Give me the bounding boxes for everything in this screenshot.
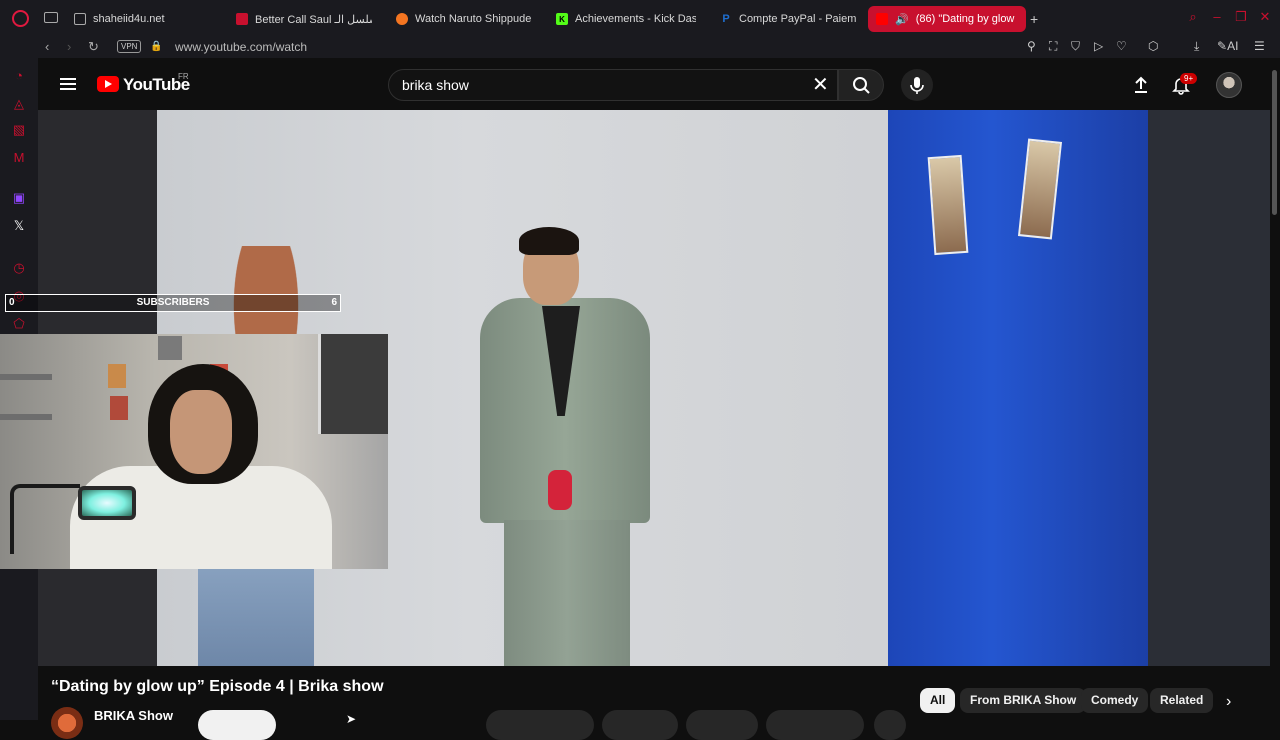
notification-count-badge: 9+ <box>1180 73 1198 84</box>
lock-icon[interactable]: 🔒 <box>150 39 162 55</box>
search-input[interactable] <box>388 69 838 101</box>
speed-dial-icon[interactable]: ◔ <box>11 68 27 84</box>
ai-label: AI <box>1227 39 1239 53</box>
gmail-icon[interactable]: M <box>11 150 27 166</box>
minimize-icon[interactable]: – <box>1210 10 1224 24</box>
subscriber-goal-overlay: 0 SUBSCRIBERS 6 <box>5 294 341 312</box>
webcam-poster <box>158 336 182 360</box>
webcam-poster <box>108 364 126 388</box>
aria-icon[interactable]: ◬ <box>11 96 27 112</box>
shield-icon[interactable]: ⛉ <box>1071 39 1080 54</box>
video-frame-right-edge <box>1148 110 1270 666</box>
webcam-poster <box>110 396 128 420</box>
tab-kick[interactable]: K Achievements - Kick Dash <box>548 6 704 32</box>
youtube-header: YouTube FR ✕ 9+ <box>38 58 1270 110</box>
crunchyroll-icon <box>396 13 408 25</box>
top-icon <box>236 13 248 25</box>
subscriber-goal-target: 6 <box>331 297 337 308</box>
tab-naruto[interactable]: Watch Naruto Shippuden - <box>388 6 540 32</box>
reload-icon[interactable]: ↻ <box>88 39 99 55</box>
guide-menu-icon[interactable] <box>60 78 76 90</box>
browser-tab-strip: shaheiid4u.net Better Call Saul مسلسل ال… <box>0 0 1280 36</box>
search-button[interactable] <box>838 69 884 101</box>
twitch-icon[interactable]: ▣ <box>11 190 27 206</box>
chip-related[interactable]: Related <box>1150 688 1214 713</box>
tab-paypal[interactable]: P Compte PayPal - Paiement <box>712 6 864 32</box>
channel-avatar[interactable] <box>51 707 83 739</box>
scrollbar-thumb[interactable] <box>1272 70 1277 215</box>
channel-name[interactable]: BRIKA Show <box>94 708 173 723</box>
back-icon[interactable]: ‹ <box>45 39 49 55</box>
chevron-right-icon[interactable]: › <box>1226 693 1231 711</box>
download-icon[interactable]: ⤓ <box>1194 39 1199 54</box>
webcam-shelf <box>0 414 52 420</box>
save-button[interactable] <box>686 710 758 740</box>
youtube-icon <box>876 13 888 25</box>
extensions-icon[interactable]: ⬡ <box>1148 39 1158 53</box>
play-icon[interactable]: ▷ <box>1094 39 1103 53</box>
snapshot-icon[interactable]: ⛶ <box>1049 39 1057 54</box>
subscriber-goal-label: SUBSCRIBERS <box>136 297 210 308</box>
youtube-logo-icon[interactable] <box>97 76 119 92</box>
vpn-badge[interactable]: VPN <box>117 40 142 53</box>
address-bar: ‹ › ↻ VPN 🔒 www.youtube.com/watch ⚲ ⛶ ⛉ … <box>0 36 1280 92</box>
x-icon[interactable]: 𝕏 <box>11 218 27 234</box>
video-title: “Dating by glow up” Episode 4 | Brika sh… <box>51 678 384 695</box>
webcam-person-face <box>170 390 232 474</box>
workspace-icon[interactable]: ▧ <box>11 122 27 138</box>
voice-search-button[interactable] <box>901 69 933 101</box>
chip-from-channel[interactable]: From BRIKA Show <box>960 688 1087 713</box>
cursor-icon: ➤ <box>346 712 357 726</box>
page-icon <box>74 13 86 25</box>
webcam-shelf <box>0 374 52 380</box>
paypal-icon: P <box>722 13 730 25</box>
tab-youtube-active[interactable]: 🔊 (86) "Dating by glow up <box>868 6 1026 32</box>
video-person-hair <box>519 227 579 255</box>
search-icon <box>853 77 870 94</box>
like-dislike-button[interactable] <box>486 710 594 740</box>
upload-icon[interactable] <box>1131 75 1151 95</box>
video-person-hands <box>548 470 572 510</box>
tab-shaheiid4u[interactable]: shaheiid4u.net <box>66 6 220 32</box>
webcam-window <box>318 334 388 434</box>
subscribe-button[interactable] <box>198 710 276 740</box>
webcam-overlay <box>0 334 388 569</box>
region-code: FR <box>178 72 189 81</box>
video-person-left-legs <box>198 555 314 666</box>
ai-icon[interactable]: ✎AI <box>1217 39 1238 53</box>
video-person-pants <box>504 520 630 666</box>
curtain-photo <box>927 154 969 256</box>
speaker-icon[interactable]: 🔊 <box>895 13 909 26</box>
chip-comedy[interactable]: Comedy <box>1081 688 1149 713</box>
chip-all[interactable]: All <box>920 688 956 713</box>
close-window-icon[interactable]: ✕ <box>1258 10 1272 24</box>
search-tabs-icon[interactable]: ⌕ <box>1186 10 1200 24</box>
tab-grid-icon[interactable] <box>44 12 58 23</box>
tab-better-call-saul[interactable]: Better Call Saul مسلسل الـ <box>228 6 380 32</box>
webcam-ring-light <box>78 486 136 520</box>
microphone-icon <box>910 77 924 94</box>
more-actions-button[interactable] <box>874 710 906 740</box>
history-icon[interactable]: ◷ <box>11 260 27 276</box>
clear-search-icon[interactable]: ✕ <box>812 74 829 96</box>
share-button[interactable] <box>602 710 678 740</box>
video-frame-blue-curtain <box>888 110 1148 666</box>
kick-icon: K <box>556 13 568 25</box>
account-avatar[interactable] <box>1216 72 1242 98</box>
url-field[interactable]: www.youtube.com/watch <box>175 40 307 54</box>
opera-logo-icon[interactable] <box>12 10 29 27</box>
menu-icon[interactable]: ☰ <box>1254 39 1265 53</box>
pin-icon[interactable]: ⚲ <box>1027 39 1036 53</box>
new-tab-button[interactable]: + <box>1030 11 1038 27</box>
forward-icon[interactable]: › <box>67 39 71 55</box>
download-button[interactable] <box>766 710 864 740</box>
extensions-sidebar-icon[interactable]: ⬠ <box>11 316 27 332</box>
maximize-icon[interactable]: ❐ <box>1234 10 1248 24</box>
heart-icon[interactable]: ♡ <box>1116 39 1127 53</box>
